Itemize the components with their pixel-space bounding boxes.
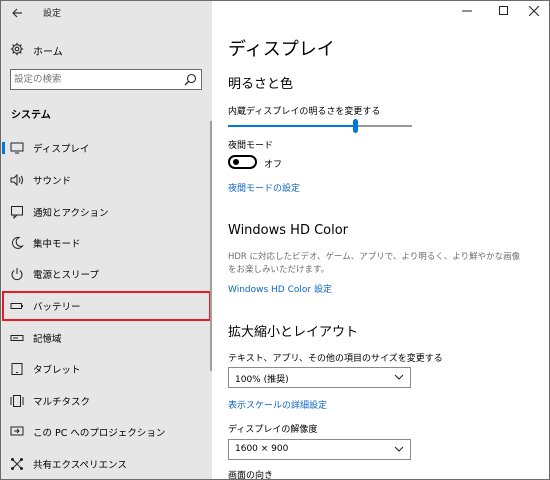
sidebar-item-label: タブレット <box>33 365 81 376</box>
moon-icon <box>11 236 24 249</box>
sidebar-item-tablet[interactable]: タブレット <box>1 354 212 384</box>
maximize-button[interactable] <box>487 1 521 25</box>
search-box[interactable] <box>10 69 202 90</box>
sidebar-item-multitasking[interactable]: マルチタスク <box>1 386 212 416</box>
search-icon[interactable] <box>184 73 197 86</box>
sidebar-item-label: 記憶域 <box>33 334 62 345</box>
advanced-scaling-link[interactable]: 表示スケールの詳細設定 <box>228 398 327 411</box>
content-pane: ディスプレイ 明るさと色 内蔵ディスプレイの明るさを変更する 夜間モード オフ … <box>212 1 549 480</box>
back-button[interactable] <box>7 3 27 23</box>
sidebar-item-label: 電源とスリープ <box>33 270 99 281</box>
sidebar-item-power[interactable]: 電源とスリープ <box>1 259 212 289</box>
sidebar-item-home[interactable]: ホーム <box>1 39 212 61</box>
gear-icon <box>10 42 24 56</box>
sidebar-item-label: この PC へのプロジェクション <box>33 428 166 439</box>
sidebar-item-notifications[interactable]: 通知とアクション <box>1 197 212 227</box>
scale-dropdown[interactable]: 100% (推奨) <box>228 367 411 388</box>
scale-size-label: テキスト、アプリ、その他の項目のサイズを変更する <box>228 354 443 364</box>
sidebar-item-shared-experiences[interactable]: 共有エクスペリエンス <box>1 449 212 479</box>
notification-icon <box>11 206 23 219</box>
brightness-section-title: 明るさと色 <box>228 77 294 92</box>
sidebar-item-label: 集中モード <box>33 239 81 250</box>
night-light-label: 夜間モード <box>228 141 274 151</box>
back-arrow-icon <box>12 8 22 18</box>
night-light-state: オフ <box>264 160 283 170</box>
sidebar-item-projection[interactable]: この PC へのプロジェクション <box>1 417 212 447</box>
minimize-button[interactable] <box>450 1 484 25</box>
night-light-settings-link[interactable]: 夜間モードの設定 <box>228 181 300 194</box>
close-button[interactable] <box>517 1 549 25</box>
minimize-icon <box>462 10 472 12</box>
resolution-dropdown[interactable]: 1600 × 900 <box>228 439 411 460</box>
hdr-settings-link[interactable]: Windows HD Color 設定 <box>228 282 332 295</box>
sidebar-item-display[interactable]: ディスプレイ <box>1 133 212 163</box>
close-icon <box>528 5 540 17</box>
chevron-down-icon <box>394 374 404 380</box>
sidebar-item-sound[interactable]: サウンド <box>1 165 212 195</box>
selection-highlight <box>2 291 211 321</box>
slider-fill <box>228 125 355 127</box>
sidebar-item-focus[interactable]: 集中モード <box>1 228 212 258</box>
sidebar: 設定 ホーム システム ディスプレイ サウンド <box>1 1 212 479</box>
power-icon <box>11 268 23 281</box>
section-title: システム <box>11 110 51 121</box>
multitask-icon <box>10 395 24 407</box>
sidebar-item-storage[interactable]: 記憶域 <box>1 323 212 353</box>
sidebar-item-label: ディスプレイ <box>33 144 90 155</box>
sidebar-item-label: 通知とアクション <box>33 208 109 219</box>
sidebar-item-label: ホーム <box>33 47 63 58</box>
brightness-slider[interactable] <box>228 119 412 133</box>
hdr-section-title: Windows HD Color <box>228 223 349 238</box>
slider-thumb[interactable] <box>352 119 358 133</box>
orientation-label: 画面の向き <box>228 471 274 480</box>
sidebar-item-label: マルチタスク <box>33 397 91 408</box>
chevron-down-icon <box>394 446 404 452</box>
storage-icon <box>10 335 24 341</box>
title-bar: 設定 <box>1 1 212 25</box>
search-input[interactable] <box>14 72 174 87</box>
scale-dropdown-value: 100% (推奨) <box>235 375 289 385</box>
speaker-icon <box>10 173 23 187</box>
page-title: ディスプレイ <box>228 39 335 60</box>
monitor-icon <box>10 142 24 154</box>
app-title: 設定 <box>43 9 62 19</box>
resolution-dropdown-value: 1600 × 900 <box>235 444 289 454</box>
shared-icon <box>11 458 23 470</box>
sidebar-item-label: 共有エクスペリエンス <box>33 460 127 471</box>
toggle-knob <box>233 159 239 165</box>
hdr-description: HDR に対応したビデオ、ゲーム、アプリで、より明るく、より鮮やかな画像をお楽し… <box>228 252 521 275</box>
settings-window: 設定 ホーム システム ディスプレイ サウンド <box>0 0 550 480</box>
sidebar-item-label: サウンド <box>33 176 72 187</box>
projection-icon <box>10 426 24 436</box>
scale-section-title: 拡大縮小とレイアウト <box>228 325 359 340</box>
maximize-icon <box>499 6 508 15</box>
tablet-icon <box>11 363 23 375</box>
night-light-toggle[interactable] <box>228 155 257 169</box>
brightness-label: 内蔵ディスプレイの明るさを変更する <box>228 107 381 117</box>
resolution-label: ディスプレイの解像度 <box>228 425 318 435</box>
